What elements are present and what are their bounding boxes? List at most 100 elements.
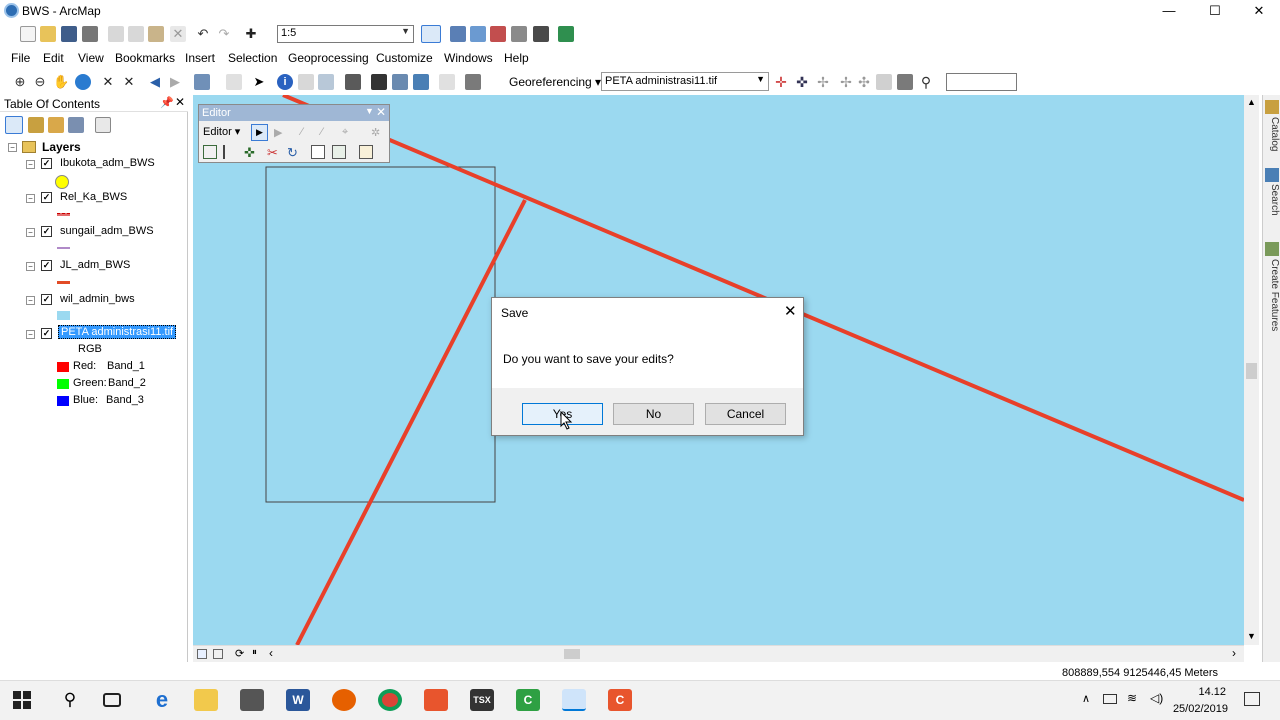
list-by-selection-icon[interactable] [68, 117, 84, 133]
layer-visibility-checkbox[interactable]: ✓ [41, 294, 52, 305]
open-folder-icon[interactable] [40, 26, 56, 42]
arctoolbox-icon[interactable] [470, 26, 486, 42]
list-by-drawing-order-icon[interactable] [5, 116, 23, 134]
refresh-icon[interactable]: ⟳ [235, 647, 244, 660]
battery-icon[interactable] [1103, 694, 1117, 704]
paste-icon[interactable] [148, 26, 164, 42]
menu-customize[interactable]: Customize [376, 51, 433, 65]
word-icon[interactable]: W [286, 689, 310, 711]
cut-polygons-icon[interactable]: ✜ [244, 145, 255, 161]
delete-icon[interactable]: ✕ [170, 26, 186, 42]
map-horizontal-scrollbar[interactable]: ⟳ ⏸ ‹ › [193, 645, 1244, 662]
sketch-properties-icon[interactable] [332, 145, 346, 159]
toc-close-icon[interactable]: ✕ [175, 95, 185, 109]
full-extent-icon[interactable] [75, 74, 91, 90]
store-icon[interactable] [240, 689, 264, 711]
zoom-in-icon[interactable]: ⊕ [12, 74, 28, 90]
new-document-icon[interactable] [20, 26, 36, 42]
chevron-down-icon[interactable]: ▼ [365, 106, 374, 116]
menu-selection[interactable]: Selection [228, 51, 277, 65]
reshape-feature-icon[interactable] [223, 145, 237, 159]
cancel-button[interactable]: Cancel [705, 403, 786, 425]
menu-bookmarks[interactable]: Bookmarks [115, 51, 175, 65]
layout-view-icon[interactable] [213, 649, 223, 659]
tray-chevron-up-icon[interactable]: ∧ [1082, 692, 1090, 705]
catalog-tab[interactable]: Catalog [1264, 117, 1280, 151]
arcmap-taskbar-icon[interactable] [562, 689, 586, 711]
editor-toolbar-toggle-icon[interactable] [421, 25, 441, 43]
create-features-tab[interactable]: Create Features [1264, 259, 1280, 331]
layer-collapse-icon[interactable]: − [26, 160, 35, 169]
clock-time[interactable]: 14.12 [1198, 686, 1226, 698]
menu-insert[interactable]: Insert [185, 51, 215, 65]
close-window-button[interactable]: ✕ [1236, 0, 1280, 22]
layer-name-peta-raster[interactable]: PETA administrasi11.tif [58, 325, 177, 339]
results-icon[interactable] [558, 26, 574, 42]
copy-icon[interactable] [128, 26, 144, 42]
end-point-arc-icon[interactable]: ⁄ [321, 126, 323, 138]
find-route-icon[interactable] [392, 74, 408, 90]
create-features-window-icon[interactable] [359, 145, 373, 159]
scroll-up-icon[interactable]: ▲ [1247, 97, 1256, 107]
search-tab[interactable]: Search [1264, 184, 1280, 216]
menu-view[interactable]: View [78, 51, 104, 65]
file-explorer-icon[interactable] [194, 689, 218, 711]
undo-icon[interactable]: ↶ [195, 26, 211, 42]
catalog-window-icon[interactable] [450, 26, 466, 42]
menu-file[interactable]: File [11, 51, 30, 65]
layer-collapse-icon[interactable]: − [26, 262, 35, 271]
layer-name-jl[interactable]: JL_adm_BWS [60, 259, 130, 271]
forward-extent-icon[interactable]: ▶ [167, 74, 183, 90]
find-icon[interactable] [371, 74, 387, 90]
view-link-table-icon[interactable] [897, 74, 913, 90]
straight-segment-icon[interactable]: ⁄ [301, 126, 303, 138]
python-window-icon[interactable] [490, 26, 506, 42]
map-scale-combo[interactable]: 1:5 ▼ [277, 25, 414, 43]
print-icon[interactable] [82, 26, 98, 42]
volume-icon[interactable]: ◁) [1150, 691, 1163, 705]
save-icon[interactable] [61, 26, 77, 42]
select-link-icon[interactable]: ✣ [856, 74, 872, 90]
redo-icon[interactable]: ↷ [216, 26, 232, 42]
maximize-button[interactable]: ☐ [1192, 0, 1238, 22]
rotate-icon[interactable]: ✛ [773, 74, 789, 90]
shift-icon[interactable]: ✜ [794, 74, 810, 90]
swipe-icon[interactable] [465, 74, 481, 90]
hyperlink-icon[interactable] [298, 74, 314, 90]
edit-vertices-icon[interactable] [203, 145, 217, 159]
back-extent-icon[interactable]: ◀ [147, 74, 163, 90]
firefox-icon[interactable] [332, 689, 356, 711]
layer-name-ibukota[interactable]: Ibukota_adm_BWS [60, 157, 155, 169]
tsx-app-icon[interactable]: TSX [470, 689, 494, 711]
zoom-to-selected-link-icon[interactable] [876, 74, 892, 90]
layer-collapse-icon[interactable]: − [26, 330, 35, 339]
horizontal-scroll-thumb[interactable] [564, 649, 580, 659]
measure-icon[interactable] [345, 74, 361, 90]
task-view-icon[interactable] [103, 693, 121, 707]
dialog-close-icon[interactable]: ✕ [784, 302, 797, 320]
minimize-button[interactable]: — [1146, 0, 1192, 22]
notifications-icon[interactable] [1244, 692, 1260, 706]
search-icon[interactable]: ⚲ [58, 689, 82, 711]
layer-collapse-icon[interactable]: − [26, 194, 35, 203]
layer-name-rel-ka[interactable]: Rel_Ka_BWS [60, 191, 127, 203]
georef-input[interactable] [946, 73, 1017, 91]
html-popup-icon[interactable] [318, 74, 334, 90]
vertical-scroll-thumb[interactable] [1246, 363, 1257, 379]
layers-collapse-icon[interactable]: − [8, 143, 17, 152]
layer-visibility-checkbox[interactable]: ✓ [41, 260, 52, 271]
attributes-icon[interactable] [311, 145, 325, 159]
edge-browser-icon[interactable]: e [150, 689, 174, 711]
layer-visibility-checkbox[interactable]: ✓ [41, 226, 52, 237]
layer-visibility-checkbox[interactable]: ✓ [41, 328, 52, 339]
data-view-icon[interactable] [197, 649, 207, 659]
identify-icon[interactable]: i [277, 74, 293, 90]
menu-edit[interactable]: Edit [43, 51, 64, 65]
modelbuilder-icon[interactable] [533, 26, 549, 42]
layer-visibility-checkbox[interactable]: ✓ [41, 192, 52, 203]
layer-collapse-icon[interactable]: − [26, 228, 35, 237]
clock-date[interactable]: 25/02/2019 [1173, 703, 1228, 715]
chrome-icon[interactable] [378, 689, 402, 711]
search-window-icon[interactable] [511, 26, 527, 42]
pin-icon[interactable]: 📌 [160, 96, 174, 109]
